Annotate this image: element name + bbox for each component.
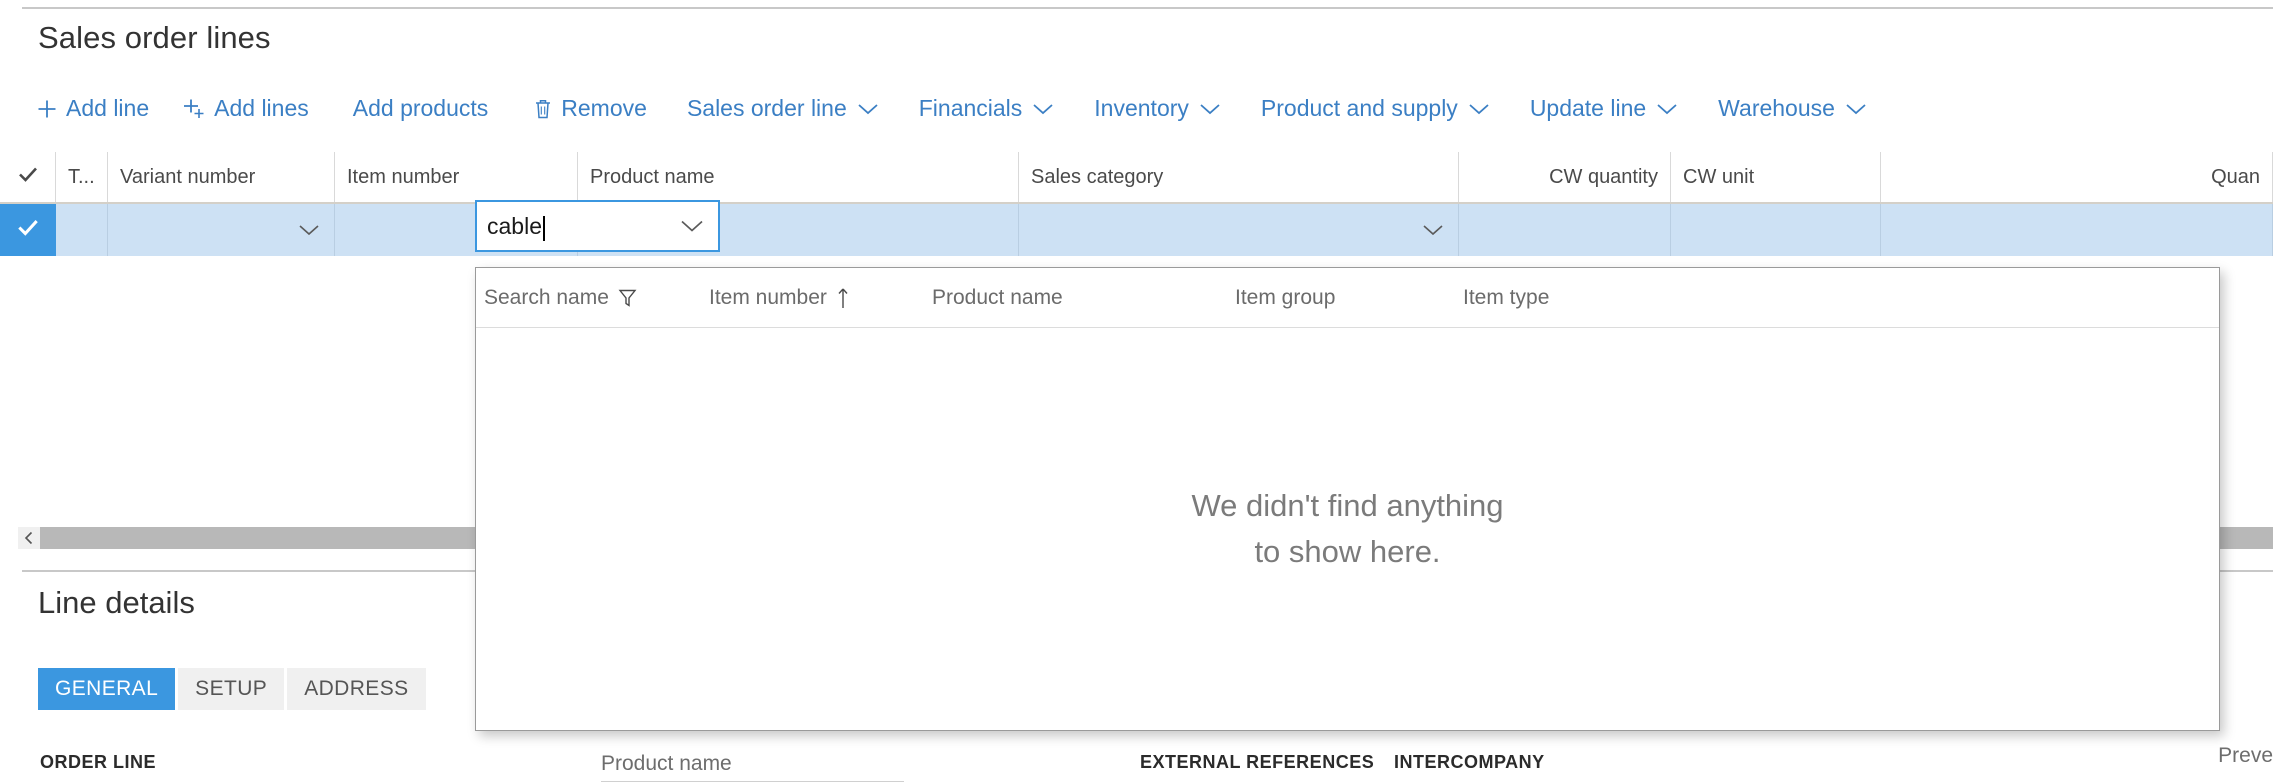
lookup-header-row: Search name Item number Product name Ite… xyxy=(476,268,2219,328)
lookup-column-search-name[interactable]: Search name xyxy=(476,268,701,327)
column-header-variant-number[interactable]: Variant number xyxy=(108,152,335,202)
cell-quantity[interactable] xyxy=(1881,204,2273,256)
add-line-label: Add line xyxy=(66,94,150,121)
plus-icon xyxy=(35,97,59,121)
update-line-label: Update line xyxy=(1529,94,1647,121)
lookup-column-search-name-label: Search name xyxy=(484,285,609,309)
tab-setup[interactable]: SETUP xyxy=(178,668,285,710)
column-header-sales-category[interactable]: Sales category xyxy=(1019,152,1459,202)
sales-order-line-label: Sales order line xyxy=(686,94,847,121)
section-label-order-line: ORDER LINE xyxy=(40,752,157,772)
add-lines-label: Add lines xyxy=(214,94,309,121)
inventory-menu[interactable]: Inventory xyxy=(1085,89,1230,129)
checkmark-icon xyxy=(16,162,40,192)
column-header-type[interactable]: T... xyxy=(56,152,108,202)
add-lines-icon xyxy=(181,97,207,121)
chevron-down-icon xyxy=(1656,102,1678,116)
cell-type[interactable] xyxy=(56,204,108,256)
add-products-label: Add products xyxy=(352,94,489,121)
remove-label: Remove xyxy=(561,94,647,121)
empty-state-line-2: to show here. xyxy=(1254,533,1441,569)
filter-icon[interactable] xyxy=(618,288,637,308)
product-and-supply-menu[interactable]: Product and supply xyxy=(1252,89,1499,129)
financials-label: Financials xyxy=(918,94,1023,121)
financials-menu[interactable]: Financials xyxy=(910,89,1064,129)
chevron-down-icon xyxy=(1032,102,1054,116)
inventory-label: Inventory xyxy=(1094,94,1189,121)
lookup-results-body: We didn't find anything to show here. xyxy=(476,328,2219,729)
checkmark-icon xyxy=(15,214,41,246)
column-header-product-name[interactable]: Product name xyxy=(578,152,1019,202)
remove-button[interactable]: Remove xyxy=(523,89,656,129)
column-header-cw-unit[interactable]: CW unit xyxy=(1671,152,1881,202)
update-line-menu[interactable]: Update line xyxy=(1521,89,1687,129)
row-select-checkbox[interactable] xyxy=(0,204,56,256)
sort-asc-icon[interactable] xyxy=(836,286,850,310)
cell-sales-category[interactable] xyxy=(1019,204,1459,256)
table-row[interactable] xyxy=(0,204,2273,256)
trash-icon xyxy=(532,97,554,121)
cell-cw-quantity[interactable] xyxy=(1459,204,1671,256)
chevron-down-icon[interactable] xyxy=(680,219,704,234)
line-details-title: Line details xyxy=(38,585,195,620)
action-toolbar: Add line Add lines Add products Remove S… xyxy=(26,89,1876,129)
tab-address[interactable]: ADDRESS xyxy=(287,668,426,710)
add-products-button[interactable]: Add products xyxy=(344,89,498,129)
lookup-column-item-number-label: Item number xyxy=(709,285,827,309)
lookup-column-item-group[interactable]: Item group xyxy=(1227,268,1455,327)
chevron-down-icon xyxy=(857,102,879,116)
chevron-down-icon[interactable] xyxy=(298,223,320,237)
line-details-tabs: GENERAL SETUP ADDRESS xyxy=(38,668,429,710)
chevron-left-icon[interactable] xyxy=(18,527,40,549)
lookup-column-item-number[interactable]: Item number xyxy=(701,268,924,327)
section-label-external-references: EXTERNAL REFERENCES xyxy=(1140,752,1375,772)
cell-cw-unit[interactable] xyxy=(1671,204,1881,256)
item-number-lookup-dropdown[interactable]: Search name Item number Product name Ite… xyxy=(475,267,2220,731)
lookup-column-product-name[interactable]: Product name xyxy=(924,268,1227,327)
item-number-input[interactable]: cable xyxy=(487,214,542,238)
warehouse-label: Warehouse xyxy=(1718,94,1835,121)
column-header-cw-quantity[interactable]: CW quantity xyxy=(1459,152,1671,202)
add-line-button[interactable]: Add line xyxy=(26,89,158,129)
add-lines-button[interactable]: Add lines xyxy=(172,89,318,129)
empty-state-line-1: We didn't find anything xyxy=(1191,487,1504,523)
field-label-product-name: Product name xyxy=(601,752,732,775)
item-number-combobox[interactable]: cable xyxy=(475,200,720,252)
sales-order-line-menu[interactable]: Sales order line xyxy=(678,89,888,129)
page-title: Sales order lines xyxy=(38,20,271,55)
tab-general[interactable]: GENERAL xyxy=(38,668,176,710)
column-header-item-number[interactable]: Item number xyxy=(335,152,578,202)
field-label-prevent-truncated: Preve xyxy=(2218,744,2273,767)
cell-variant-number[interactable] xyxy=(108,204,335,256)
warehouse-menu[interactable]: Warehouse xyxy=(1709,89,1876,129)
field-underline-product-name xyxy=(601,781,904,782)
product-and-supply-label: Product and supply xyxy=(1260,94,1458,121)
chevron-down-icon xyxy=(1468,102,1490,116)
sales-order-lines-grid: T... Variant number Item number Product … xyxy=(0,152,2273,256)
grid-header-row: T... Variant number Item number Product … xyxy=(0,152,2273,204)
section-label-intercompany: INTERCOMPANY xyxy=(1394,752,1545,772)
select-all-header[interactable] xyxy=(0,152,56,202)
chevron-down-icon xyxy=(1199,102,1221,116)
text-cursor xyxy=(542,215,545,241)
chevron-down-icon[interactable] xyxy=(1422,223,1444,237)
lookup-column-item-type[interactable]: Item type xyxy=(1455,268,1855,327)
chevron-down-icon xyxy=(1845,102,1867,116)
column-header-quantity[interactable]: Quan xyxy=(1881,152,2273,202)
top-divider xyxy=(22,7,2273,9)
empty-state-message: We didn't find anything to show here. xyxy=(1191,483,1503,575)
